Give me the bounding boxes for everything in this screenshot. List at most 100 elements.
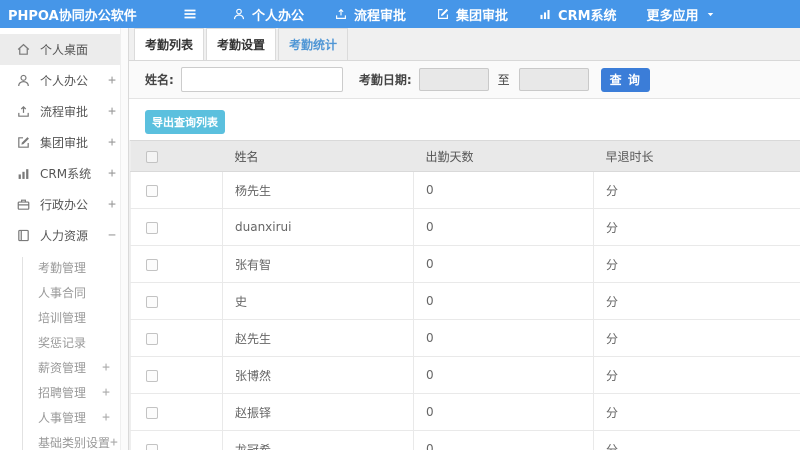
cell-name: 杨先生 <box>222 171 414 209</box>
cell-name: 赵先生 <box>222 319 414 357</box>
table-row: 龙冠希 0 分 <box>130 430 800 450</box>
row-checkbox[interactable] <box>146 332 158 345</box>
cell-days: 0 <box>413 208 594 246</box>
cell-duration: 分 <box>593 171 800 209</box>
main-content: 考勤列表 考勤设置 考勤统计 姓名: 考勤日期: 至 查 询 导出查询列表 姓名… <box>129 28 800 450</box>
expand-indicator[interactable]: + <box>108 166 116 181</box>
row-checkbox[interactable] <box>146 406 158 419</box>
nav-more-apps[interactable]: 更多应用 <box>647 5 716 24</box>
sidebar: 个人桌面 个人办公 + 流程审批 + 集团审批 + CRM系统 + 行政办公 +… <box>0 28 129 450</box>
nav-label: 集团审批 <box>456 8 509 24</box>
date-from-input[interactable] <box>418 68 489 91</box>
query-button[interactable]: 查 询 <box>600 67 650 92</box>
expand-indicator[interactable]: + <box>102 410 110 425</box>
tab-bar: 考勤列表 考勤设置 考勤统计 <box>129 28 800 61</box>
table-row: 赵振铎 0 分 <box>130 393 800 431</box>
nav-group-approval[interactable]: 集团审批 <box>436 5 508 24</box>
sidebar-item-label: CRM系统 <box>40 167 92 181</box>
sidebar-subitem-base-category-settings[interactable]: 基础类别设置 + <box>0 430 128 450</box>
name-input[interactable] <box>180 67 343 92</box>
cell-duration: 分 <box>593 245 800 283</box>
table-row: 史 0 分 <box>130 282 800 320</box>
cell-duration: 分 <box>593 356 800 394</box>
sidebar-item-label: 集团审批 <box>40 136 89 150</box>
sidebar-item-group-approval[interactable]: 集团审批 + <box>0 127 128 158</box>
sidebar-item-label: 流程审批 <box>40 105 89 119</box>
edit-icon <box>436 7 450 21</box>
nav-crm-system[interactable]: CRM系统 <box>538 5 617 24</box>
cell-duration: 分 <box>593 282 800 320</box>
subitem-label: 培训管理 <box>38 311 87 325</box>
sidebar-subitem-reward-punishment[interactable]: 奖惩记录 <box>0 330 128 355</box>
attendance-date-label: 考勤日期: <box>358 73 412 87</box>
sidebar-subitem-salary-mgmt[interactable]: 薪资管理 + <box>0 355 128 380</box>
expand-indicator[interactable]: + <box>110 435 118 450</box>
cell-name: duanxirui <box>222 208 414 246</box>
nav-personal-office[interactable]: 个人办公 <box>232 5 304 24</box>
sidebar-item-human-resources[interactable]: 人力资源 − <box>0 220 128 251</box>
hamburger-menu-icon[interactable] <box>182 6 198 22</box>
sidebar-subitem-personnel-mgmt[interactable]: 人事管理 + <box>0 405 128 430</box>
collapse-indicator[interactable]: − <box>108 228 116 243</box>
sidebar-item-crm-system[interactable]: CRM系统 + <box>0 158 128 189</box>
nav-label: 更多应用 <box>646 8 699 24</box>
app-title: PHPOA协同办公软件 <box>8 8 137 24</box>
date-to-input[interactable] <box>518 68 589 91</box>
cell-days: 0 <box>413 245 594 283</box>
table-row: 杨先生 0 分 <box>130 171 800 209</box>
row-checkbox[interactable] <box>146 369 158 382</box>
sidebar-item-label: 个人桌面 <box>40 43 89 57</box>
cell-days: 0 <box>413 356 594 394</box>
subitem-label: 薪资管理 <box>38 361 87 375</box>
expand-indicator[interactable]: + <box>108 197 116 212</box>
expand-indicator[interactable]: + <box>102 360 110 375</box>
export-list-button[interactable]: 导出查询列表 <box>145 110 225 134</box>
tab-attendance-statistics[interactable]: 考勤统计 <box>278 28 348 60</box>
tab-attendance-list[interactable]: 考勤列表 <box>134 28 204 60</box>
header-early-leave-duration: 早退时长 <box>593 140 800 172</box>
menu-icon <box>182 6 198 22</box>
user-icon <box>232 7 246 21</box>
sidebar-item-workflow-approval[interactable]: 流程审批 + <box>0 96 128 127</box>
name-label: 姓名: <box>145 73 174 87</box>
cell-duration: 分 <box>593 319 800 357</box>
cell-days: 0 <box>413 171 594 209</box>
sidebar-item-personal-office[interactable]: 个人办公 + <box>0 65 128 96</box>
row-checkbox[interactable] <box>146 258 158 271</box>
tab-attendance-settings[interactable]: 考勤设置 <box>206 28 276 60</box>
edit-icon <box>16 135 31 150</box>
sidebar-item-label: 人力资源 <box>40 229 89 243</box>
subitem-label: 人事管理 <box>38 411 87 425</box>
expand-indicator[interactable]: + <box>108 135 116 150</box>
sidebar-item-label: 个人办公 <box>40 74 89 88</box>
expand-indicator[interactable]: + <box>102 385 110 400</box>
hr-submenu: 考勤管理 人事合同 培训管理 奖惩记录 薪资管理 + 招聘管理 + 人事管理 +… <box>0 255 128 450</box>
row-checkbox[interactable] <box>146 221 158 234</box>
home-icon <box>16 42 31 57</box>
sidebar-item-admin-office[interactable]: 行政办公 + <box>0 189 128 220</box>
select-all-checkbox[interactable] <box>146 150 158 163</box>
table-row: 张博然 0 分 <box>130 356 800 394</box>
filter-bar: 姓名: 考勤日期: 至 查 询 <box>129 61 800 99</box>
top-nav: 个人办公 流程审批 集团审批 CRM系统 更多应用 <box>232 5 716 24</box>
expand-indicator[interactable]: + <box>108 104 116 119</box>
row-checkbox[interactable] <box>146 295 158 308</box>
row-checkbox[interactable] <box>146 184 158 197</box>
sidebar-item-personal-desktop[interactable]: 个人桌面 <box>0 34 128 65</box>
sidebar-subitem-training-mgmt[interactable]: 培训管理 <box>0 305 128 330</box>
nav-workflow-approval[interactable]: 流程审批 <box>334 5 406 24</box>
expand-indicator[interactable]: + <box>108 73 116 88</box>
sidebar-subitem-recruit-mgmt[interactable]: 招聘管理 + <box>0 380 128 405</box>
header-attendance-days: 出勤天数 <box>413 140 594 172</box>
cell-name: 张有智 <box>222 245 414 283</box>
sidebar-subitem-attendance-mgmt[interactable]: 考勤管理 <box>0 255 128 280</box>
cell-name: 龙冠希 <box>222 430 414 450</box>
cell-duration: 分 <box>593 430 800 450</box>
nav-label: CRM系统 <box>558 8 617 24</box>
subitem-label: 招聘管理 <box>38 386 87 400</box>
nav-label: 个人办公 <box>252 8 305 24</box>
row-checkbox[interactable] <box>146 443 158 450</box>
table-toolbar: 导出查询列表 <box>129 99 800 140</box>
sidebar-subitem-hr-contract[interactable]: 人事合同 <box>0 280 128 305</box>
briefcase-icon <box>16 197 31 212</box>
